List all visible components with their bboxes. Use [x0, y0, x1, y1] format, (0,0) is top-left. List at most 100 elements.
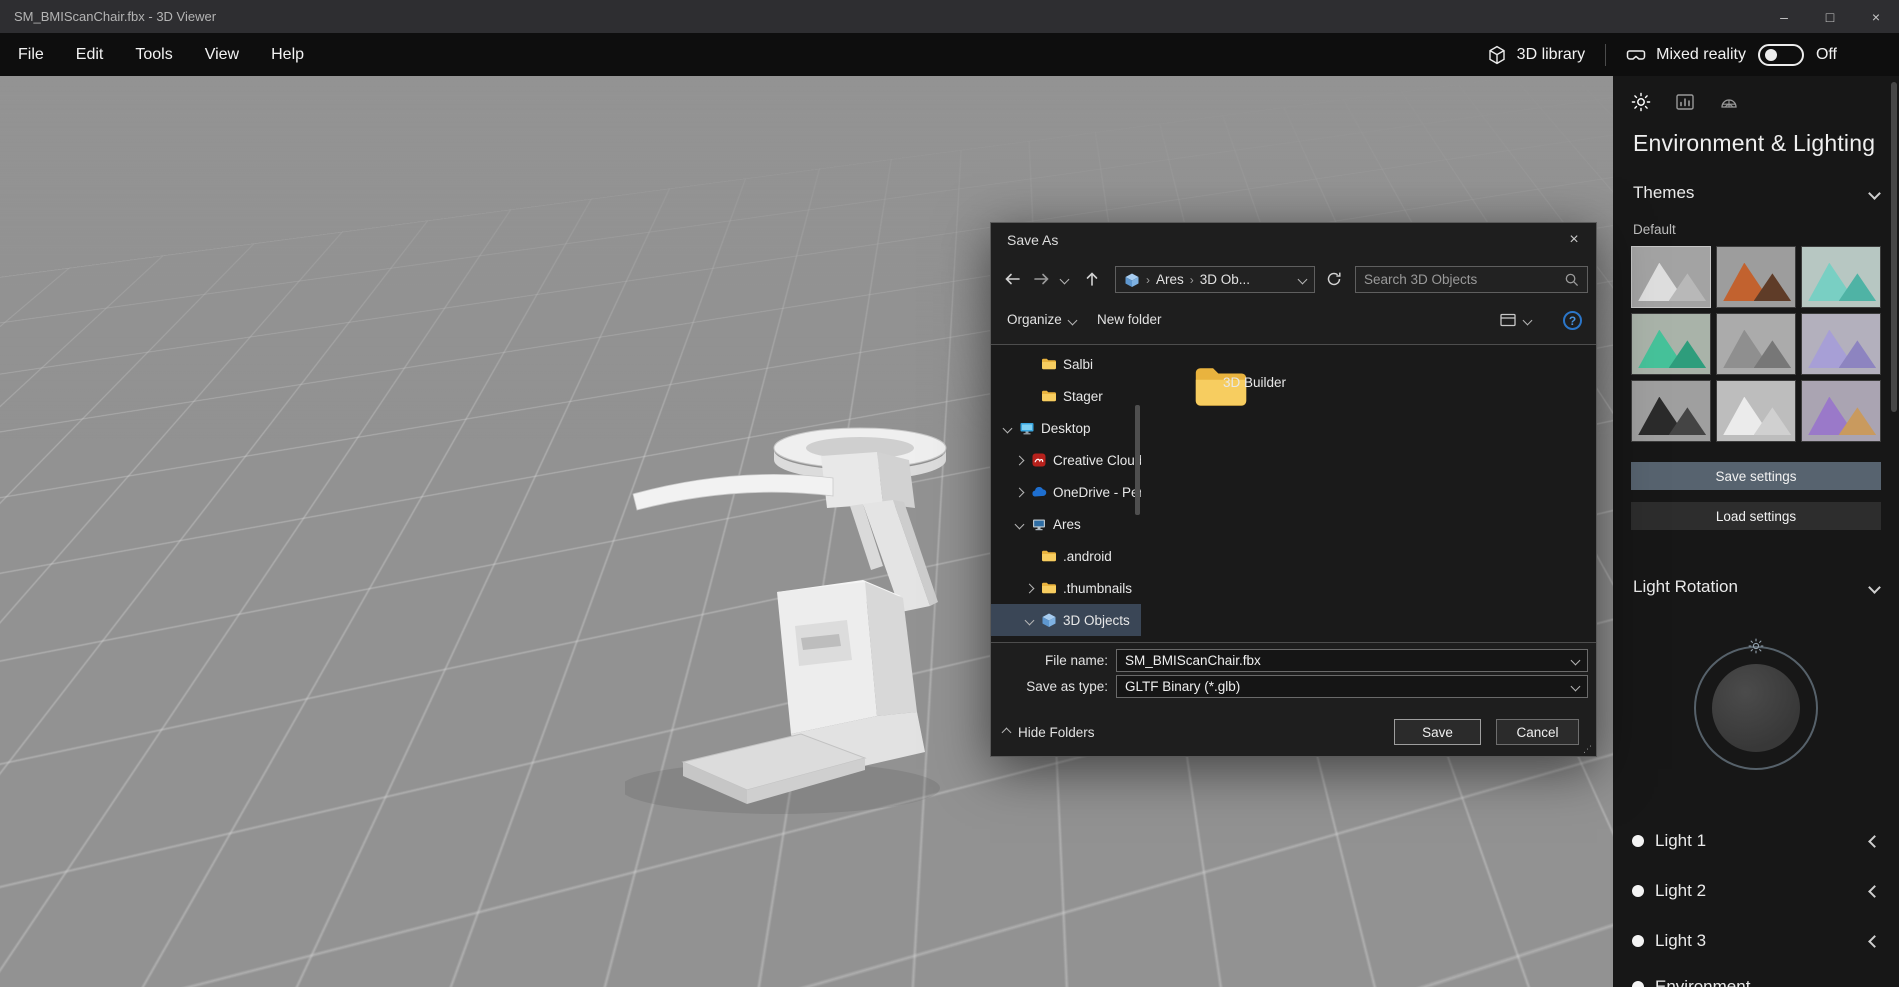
save-type-label: Save as type:: [1026, 679, 1108, 694]
chevron-down-icon[interactable]: [1002, 423, 1012, 433]
breadcrumb-3d-objects[interactable]: 3D Ob...: [1200, 272, 1250, 287]
grid-tab-button[interactable]: [1713, 88, 1745, 116]
stats-tab-button[interactable]: [1669, 88, 1701, 116]
menu-help[interactable]: Help: [255, 33, 320, 76]
hide-folders-button[interactable]: Hide Folders: [1001, 719, 1095, 745]
tree-item-3d-objects[interactable]: 3D Objects: [991, 604, 1141, 636]
theme-tile-7[interactable]: [1631, 380, 1711, 442]
file-item-3d-builder[interactable]: 3D Builder: [1169, 363, 1286, 414]
folder-icon: [1041, 356, 1057, 372]
theme-tile-8[interactable]: [1716, 380, 1796, 442]
grip-icon: ⋰: [1583, 744, 1592, 754]
file-name-input[interactable]: [1125, 653, 1566, 668]
organize-button[interactable]: Organize: [1007, 303, 1078, 337]
theme-tile-9[interactable]: [1801, 380, 1881, 442]
resize-grip[interactable]: ⋰: [1583, 744, 1593, 754]
3d-library-button[interactable]: 3D library: [1517, 46, 1585, 64]
save-settings-button[interactable]: Save settings: [1631, 462, 1881, 490]
maximize-button[interactable]: □: [1807, 0, 1853, 33]
recent-locations-button[interactable]: [1055, 266, 1073, 292]
tree-label: OneDrive - Pers: [1053, 484, 1141, 500]
tree-item-salbi[interactable]: Salbi: [991, 348, 1141, 380]
save-settings-label: Save settings: [1715, 468, 1797, 484]
dialog-close-button[interactable]: ×: [1552, 223, 1596, 257]
up-button[interactable]: [1079, 266, 1105, 292]
dialog-title-bar[interactable]: Save As ×: [991, 223, 1596, 257]
tree-item-desktop[interactable]: Desktop: [991, 412, 1141, 444]
breadcrumb-ares[interactable]: Ares: [1156, 272, 1184, 287]
light-rotation-header[interactable]: Light Rotation: [1613, 574, 1899, 604]
chevron-down-icon[interactable]: [1024, 615, 1034, 625]
address-bar[interactable]: › Ares › 3D Ob...: [1115, 266, 1315, 293]
search-input[interactable]: [1364, 272, 1564, 287]
light-2-section[interactable]: Light 2: [1613, 866, 1899, 916]
tree-scrollbar[interactable]: [1135, 405, 1140, 515]
combo-dropdown-icon[interactable]: [1570, 681, 1581, 692]
light-1-label: Light 1: [1655, 831, 1707, 850]
environment-section[interactable]: Environment: [1613, 962, 1899, 987]
light-rotation-sphere[interactable]: [1712, 664, 1800, 752]
tree-item-creative-cloud[interactable]: Creative Cloud: [991, 444, 1141, 476]
chevron-right-icon[interactable]: [1024, 583, 1034, 593]
tree-item-ares[interactable]: Ares: [991, 508, 1141, 540]
forward-button[interactable]: [1029, 266, 1055, 292]
save-button[interactable]: Save: [1394, 719, 1481, 745]
tree-item-android[interactable]: .android: [991, 540, 1141, 572]
hide-folders-label: Hide Folders: [1018, 724, 1095, 740]
window-title: SM_BMIScanChair.fbx - 3D Viewer: [14, 9, 217, 24]
chevron-down-icon[interactable]: [1014, 519, 1024, 529]
load-settings-button[interactable]: Load settings: [1631, 502, 1881, 530]
theme-tile-3[interactable]: [1801, 246, 1881, 308]
close-button[interactable]: ×: [1853, 0, 1899, 33]
chevron-right-icon[interactable]: [1014, 455, 1024, 465]
theme-tile-6[interactable]: [1801, 313, 1881, 375]
file-name-label: File name:: [1044, 653, 1108, 668]
tree-item-thumbnails[interactable]: .thumbnails: [991, 572, 1141, 604]
back-button[interactable]: [999, 266, 1025, 292]
themes-section-header[interactable]: Themes: [1613, 180, 1899, 210]
address-dropdown-icon[interactable]: [1297, 274, 1308, 285]
tree-item-stager[interactable]: Stager: [991, 380, 1141, 412]
theme-tile-1[interactable]: [1631, 246, 1711, 308]
sidebar-scrollbar[interactable]: [1891, 82, 1897, 412]
save-type-select[interactable]: GLTF Binary (*.glb): [1116, 675, 1588, 698]
view-mode-button[interactable]: [1499, 303, 1533, 337]
light-1-section[interactable]: Light 1: [1613, 816, 1899, 866]
chevron-up-icon: [1001, 727, 1012, 737]
maximize-icon: □: [1825, 8, 1835, 25]
save-as-dialog: Save As × › Ares › 3D Ob... Search 3D Ob…: [990, 222, 1597, 757]
menu-bar: File Edit Tools View Help 3D library Mix…: [0, 33, 1899, 76]
chevron-down-icon: [1868, 187, 1881, 200]
theme-tile-5[interactable]: [1716, 313, 1796, 375]
new-folder-button[interactable]: New folder: [1097, 303, 1162, 337]
forward-arrow-icon: [1033, 271, 1051, 287]
levels-icon: [1675, 92, 1695, 112]
refresh-button[interactable]: [1321, 266, 1347, 292]
combo-dropdown-icon[interactable]: [1570, 655, 1581, 666]
pc-icon: [1031, 516, 1047, 532]
menu-view[interactable]: View: [189, 33, 255, 76]
chevron-left-icon: [1868, 885, 1881, 898]
lighting-tab-button[interactable]: [1625, 88, 1657, 116]
tree-item-onedrive[interactable]: OneDrive - Pers: [991, 476, 1141, 508]
folder-icon: [1041, 388, 1057, 404]
mixed-reality-toggle[interactable]: [1757, 43, 1804, 66]
file-name-field[interactable]: [1116, 649, 1588, 672]
minimize-button[interactable]: –: [1761, 0, 1807, 33]
light-3-section[interactable]: Light 3: [1613, 916, 1899, 966]
theme-tile-4[interactable]: [1631, 313, 1711, 375]
menu-edit[interactable]: Edit: [60, 33, 120, 76]
menu-tools[interactable]: Tools: [119, 33, 188, 76]
chevron-down-icon: [1059, 274, 1069, 284]
themes-group-label: Default: [1633, 222, 1676, 237]
chevron-left-icon: [1868, 835, 1881, 848]
help-button[interactable]: ?: [1563, 311, 1582, 330]
light-bullet-icon: [1632, 935, 1644, 947]
chevron-right-icon[interactable]: [1014, 487, 1024, 497]
menu-file[interactable]: File: [2, 33, 60, 76]
file-list[interactable]: 3D Builder: [1141, 345, 1596, 642]
theme-tile-2[interactable]: [1716, 246, 1796, 308]
cancel-button[interactable]: Cancel: [1496, 719, 1579, 745]
light-rotation-sun-icon: [1748, 638, 1764, 659]
creative-cloud-icon: [1031, 452, 1047, 468]
